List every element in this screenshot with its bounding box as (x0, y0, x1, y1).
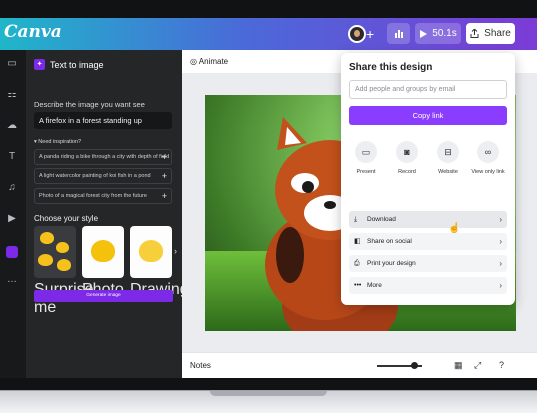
panel-title: ✦ Text to image (34, 59, 104, 70)
people-input[interactable]: Add people and groups by email (349, 80, 507, 99)
layout-icon[interactable]: ▭ (6, 58, 18, 70)
suggestion-item[interactable]: Photo of a magical forest city from the … (34, 188, 172, 204)
text-to-image-panel: ✦ Text to image Describe the image you w… (26, 50, 189, 378)
style-options: Surprise me Photo Drawing › (34, 226, 189, 316)
describe-input[interactable]: A firefox in a forest standing up (34, 112, 172, 129)
generate-image-button[interactable]: Generate image (34, 290, 173, 302)
chevron-down-icon: ▾ (34, 139, 37, 145)
record-icon: ◙ (396, 141, 418, 163)
row-label: Download (367, 216, 396, 223)
share-row-download[interactable]: ⤓ Download › (349, 211, 507, 228)
video-icon[interactable]: ▶ (6, 213, 18, 225)
animate-label: Animate (198, 57, 229, 66)
user-avatar[interactable] (348, 25, 366, 43)
link-icon: ∞ (477, 141, 499, 163)
share-option-present[interactable]: ▭ Present (347, 141, 385, 175)
share-button[interactable]: Share (466, 23, 515, 44)
laptop-notch (210, 391, 327, 396)
panel-title-text: Text to image (50, 59, 104, 70)
share-option-website[interactable]: ⊟ Website (429, 141, 467, 175)
chevron-right-icon: › (499, 281, 502, 290)
website-icon: ⊟ (437, 141, 459, 163)
suggestion-text: A panda riding a bike through a city wit… (39, 154, 170, 160)
help-icon[interactable]: ? (499, 360, 504, 370)
upload-icon[interactable]: ☁ (6, 120, 18, 132)
option-label: Present (356, 169, 376, 175)
add-icon[interactable]: + (162, 189, 167, 204)
row-label: Print your design (367, 260, 416, 267)
suggestion-item[interactable]: A panda riding a bike through a city wit… (34, 149, 172, 165)
share-icon (470, 29, 479, 38)
download-icon: ⤓ (354, 216, 358, 223)
more-icon[interactable]: … (6, 274, 18, 286)
audio-icon[interactable]: ♫ (6, 182, 18, 194)
notes-bar: Notes ▦ ⤢ ? (182, 352, 537, 378)
copy-link-button[interactable]: Copy link (349, 106, 507, 125)
inspiration-label: Need inspiration? (38, 139, 82, 145)
row-label: More (367, 282, 382, 289)
choose-style-label: Choose your style (34, 214, 99, 223)
row-label: Share on social (367, 238, 412, 245)
suggestion-item[interactable]: A light watercolor painting of koi fish … (34, 168, 172, 184)
bar-chart-icon (394, 30, 403, 38)
fullscreen-icon[interactable]: ⤢ (474, 360, 481, 371)
canva-logo: Canva (4, 22, 62, 42)
option-label: View only link (471, 169, 505, 175)
suggestion-text: Photo of a magical forest city from the … (39, 193, 147, 199)
social-icon: ◧ (354, 238, 361, 245)
hand-cursor-icon: ☝ (448, 223, 461, 234)
present-icon: ▭ (355, 141, 377, 163)
chevron-right-icon: › (499, 259, 502, 268)
more-icon: ••• (354, 282, 362, 289)
top-bar: Canva + 50.1s Share (0, 18, 537, 50)
elements-icon[interactable]: ⚏ (6, 89, 18, 101)
describe-label: Describe the image you want see (34, 100, 145, 109)
share-row-social[interactable]: ◧ Share on social › (349, 233, 507, 250)
animate-button[interactable]: ◎ Animate (190, 57, 228, 66)
inspiration-toggle[interactable]: ▾ Need inspiration? (34, 139, 81, 145)
share-option-record[interactable]: ◙ Record (388, 141, 426, 175)
notes-button[interactable]: Notes (190, 361, 211, 370)
app-badge-icon: ✦ (34, 59, 45, 70)
laptop-base (0, 390, 537, 413)
icon-rail: ▭ ⚏ ☁ T ♫ ▶ … (0, 50, 26, 378)
share-row-print[interactable]: ⎙ Print your design › (349, 255, 507, 272)
style-photo[interactable] (82, 226, 124, 278)
style-surprise-me[interactable] (34, 226, 76, 278)
plus-icon[interactable]: + (366, 26, 374, 42)
app-screen: Canva + 50.1s Share ▭ ⚏ ☁ T ♫ ▶ … ✦ Text… (0, 18, 537, 378)
analytics-button[interactable] (387, 23, 410, 44)
animate-icon: ◎ (190, 57, 197, 66)
text-icon[interactable]: T (6, 151, 18, 163)
style-drawing[interactable] (130, 226, 172, 278)
share-row-more[interactable]: ••• More › (349, 277, 507, 294)
chevron-right-icon: › (499, 237, 502, 246)
add-icon[interactable]: + (162, 150, 167, 165)
share-dropdown: Share this design Add people and groups … (341, 53, 515, 305)
option-label: Website (438, 169, 458, 175)
print-icon: ⎙ (354, 260, 360, 267)
present-duration: 50.1s (432, 28, 457, 39)
chevron-right-icon[interactable]: › (174, 246, 177, 256)
suggestion-text: A light watercolor painting of koi fish … (39, 173, 151, 179)
option-label: Record (398, 169, 416, 175)
share-label: Share (484, 28, 511, 39)
share-title: Share this design (349, 62, 433, 73)
chevron-right-icon: › (499, 215, 502, 224)
zoom-slider-handle[interactable] (411, 362, 418, 369)
present-button[interactable]: 50.1s (415, 23, 461, 44)
share-option-view-only-link[interactable]: ∞ View only link (469, 141, 507, 175)
grid-view-icon[interactable]: ▦ (454, 360, 463, 371)
apps-icon[interactable] (6, 246, 18, 258)
play-icon (420, 29, 428, 38)
add-icon[interactable]: + (162, 169, 167, 184)
